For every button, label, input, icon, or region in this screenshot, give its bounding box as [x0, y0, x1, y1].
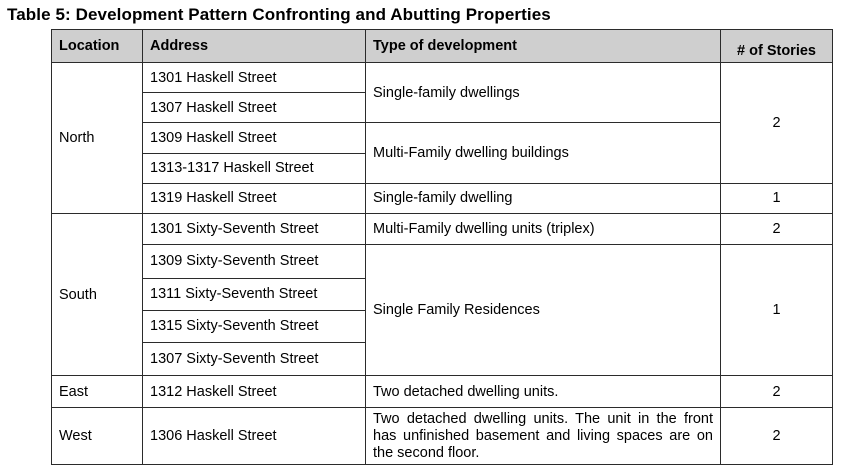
- type-cell: Single-family dwellings: [365, 61, 721, 124]
- address-cell: 1309 Haskell Street: [142, 122, 366, 154]
- type-cell: Two detached dwelling units.: [365, 375, 721, 409]
- header-row: Location Address Type of development # o…: [51, 29, 833, 63]
- location-east: East: [51, 375, 143, 409]
- address-cell: 1315 Sixty-Seventh Street: [142, 309, 366, 344]
- address-cell: 1301 Sixty-Seventh Street: [142, 213, 366, 246]
- stories-cell: 1: [720, 182, 833, 215]
- address-cell: 1309 Sixty-Seventh Street: [142, 244, 366, 279]
- header-address: Address: [142, 29, 366, 63]
- table-row: 1319 Haskell Street Single-family dwelli…: [52, 182, 833, 215]
- table-row: East 1312 Haskell Street Two detached dw…: [51, 375, 833, 409]
- table-row: South 1301 Sixty-Seventh Street Multi-Fa…: [51, 213, 833, 377]
- address-cell: 1312 Haskell Street: [142, 375, 366, 409]
- type-cell: Single Family Residences: [365, 244, 721, 377]
- address-cell: 1301 Haskell Street: [142, 61, 366, 94]
- type-cell: Multi-Family dwelling units (triplex): [365, 213, 721, 246]
- header-stories: # of Stories: [720, 29, 833, 63]
- stories-cell: 2: [720, 375, 833, 409]
- address-cell: 1319 Haskell Street: [142, 182, 366, 215]
- header-type: Type of development: [365, 29, 721, 63]
- address-cell: 1307 Haskell Street: [142, 92, 366, 124]
- table-title: Table 5: Development Pattern Confronting…: [7, 5, 551, 24]
- table-row: West 1306 Haskell Street Two detached dw…: [51, 407, 833, 465]
- location-west: West: [51, 407, 143, 465]
- location-south: South: [51, 213, 143, 377]
- header-location: Location: [51, 29, 143, 63]
- table-row: North 1301 Haskell Street Single-family …: [51, 61, 833, 215]
- stories-cell: 1: [720, 244, 833, 377]
- address-cell: 1307 Sixty-Seventh Street: [142, 342, 366, 377]
- type-cell: Two detached dwelling units. The unit in…: [365, 407, 721, 465]
- table-row: 1309 Sixty-Seventh Street Single Family …: [52, 244, 833, 377]
- type-cell: Multi-Family dwelling buildings: [365, 122, 721, 184]
- stories-cell: 2: [720, 407, 833, 465]
- address-cell: 1311 Sixty-Seventh Street: [142, 277, 366, 311]
- stories-cell: 2: [720, 62, 833, 184]
- location-north: North: [51, 61, 143, 215]
- development-pattern-table: Location Address Type of development # o…: [51, 29, 833, 465]
- table-row: 1309 Haskell Street Multi-Family dwellin…: [52, 122, 833, 184]
- address-cell: 1306 Haskell Street: [142, 407, 366, 465]
- type-cell: Single-family dwelling: [365, 182, 721, 215]
- stories-cell: 2: [720, 213, 833, 246]
- address-cell: 1313-1317 Haskell Street: [142, 152, 366, 184]
